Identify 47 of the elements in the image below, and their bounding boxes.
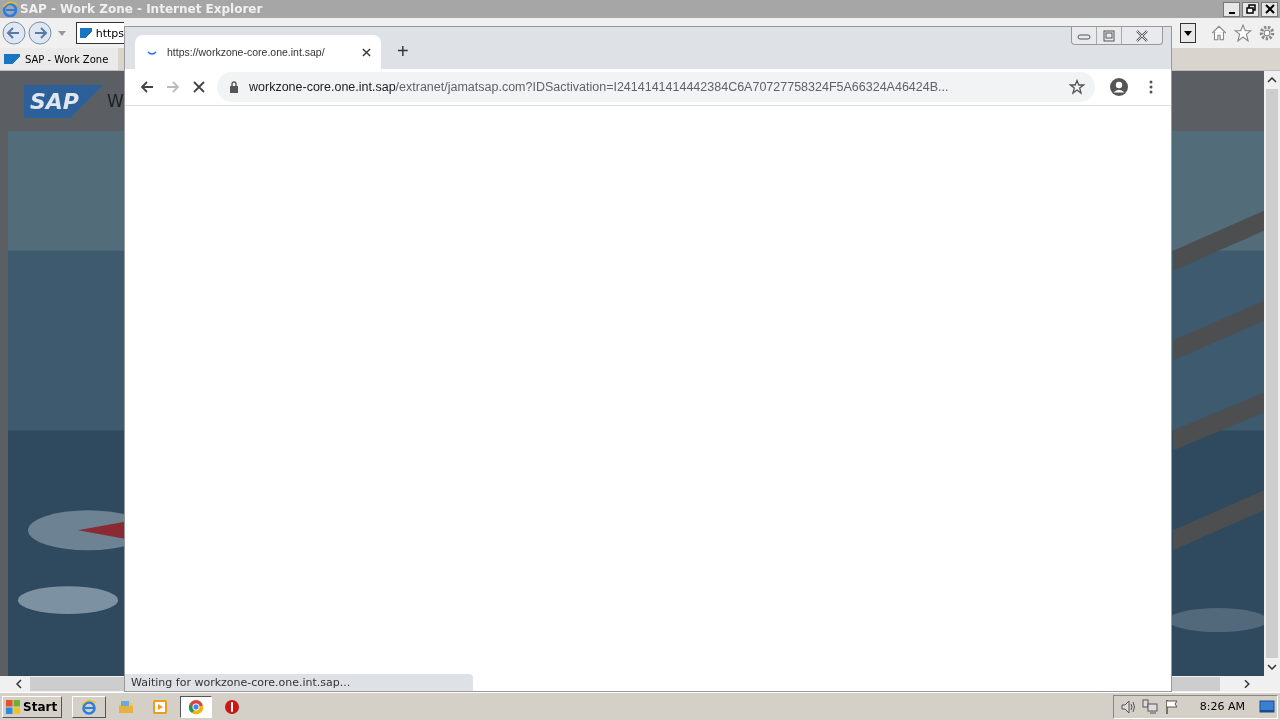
window-title: SAP - Work Zone - Internet Explorer (20, 2, 264, 16)
bookmark-star-icon[interactable] (1069, 79, 1085, 95)
horizontal-scrollbar[interactable] (0, 676, 124, 692)
scrollbar-track[interactable] (1172, 676, 1280, 692)
dropdown-caret-icon (1184, 30, 1192, 36)
close-icon (1264, 4, 1275, 14)
vertical-scrollbar[interactable] (1264, 71, 1280, 676)
address-field[interactable]: https (76, 22, 124, 44)
browser-tab[interactable]: https://workzone-core.one.int.sap/ (135, 35, 381, 69)
minimize-icon (1077, 31, 1091, 40)
network-icon[interactable] (1141, 698, 1158, 715)
browser-tab[interactable]: SAP - Work Zone (0, 48, 118, 70)
favorites-star-icon[interactable] (1234, 24, 1252, 42)
minimize-button[interactable] (1223, 1, 1240, 17)
sap-logo: SAP (24, 84, 105, 118)
back-button[interactable] (2, 21, 26, 45)
show-desktop-icon[interactable] (1259, 698, 1275, 715)
url-path: /extranet/jamatsap.com?IDSactivation=I2414141414442384C6A70727758324F5A66324A46424B... (395, 80, 949, 94)
settings-icon[interactable] (1258, 24, 1276, 42)
minimize-icon (1228, 11, 1235, 14)
home-icon[interactable] (1210, 24, 1228, 42)
status-bubble: Waiting for workzone-core.one.int.sap... (125, 674, 473, 691)
flag-icon[interactable] (1163, 698, 1180, 715)
new-tab-button[interactable]: + (393, 39, 413, 63)
url-host: workzone-core.one.int.sap (249, 80, 396, 94)
forward-button[interactable] (28, 21, 52, 45)
speaker-icon[interactable] (1119, 698, 1136, 715)
close-icon (1136, 29, 1148, 42)
site-icon (80, 28, 92, 38)
restore-button[interactable] (1242, 1, 1259, 17)
address-bar[interactable]: workzone-core.one.int.sap/extranet/jamatsap.com?IDSactivation=I2414141414442384C6A70727758324F5A66324A46424B... (217, 72, 1095, 102)
lock-icon (229, 81, 239, 93)
page-heading: W (107, 91, 124, 111)
windows-logo-icon (5, 698, 21, 715)
start-button[interactable]: Start (2, 695, 63, 718)
restore-icon (1103, 29, 1115, 42)
restore-icon (1245, 4, 1256, 14)
browser-logo-icon (2, 1, 18, 17)
close-button[interactable] (1261, 1, 1278, 17)
clock[interactable]: 8:26 AM (1199, 700, 1245, 713)
stop-loading-icon[interactable] (191, 79, 207, 95)
browser-taskbar-icon[interactable] (72, 695, 107, 718)
chrome-taskbar-icon[interactable] (180, 695, 213, 718)
close-tab-icon[interactable] (362, 47, 371, 57)
address-dropdown-button[interactable] (1180, 23, 1196, 43)
profile-icon[interactable] (1109, 77, 1129, 97)
back-arrow-icon[interactable] (139, 79, 155, 95)
